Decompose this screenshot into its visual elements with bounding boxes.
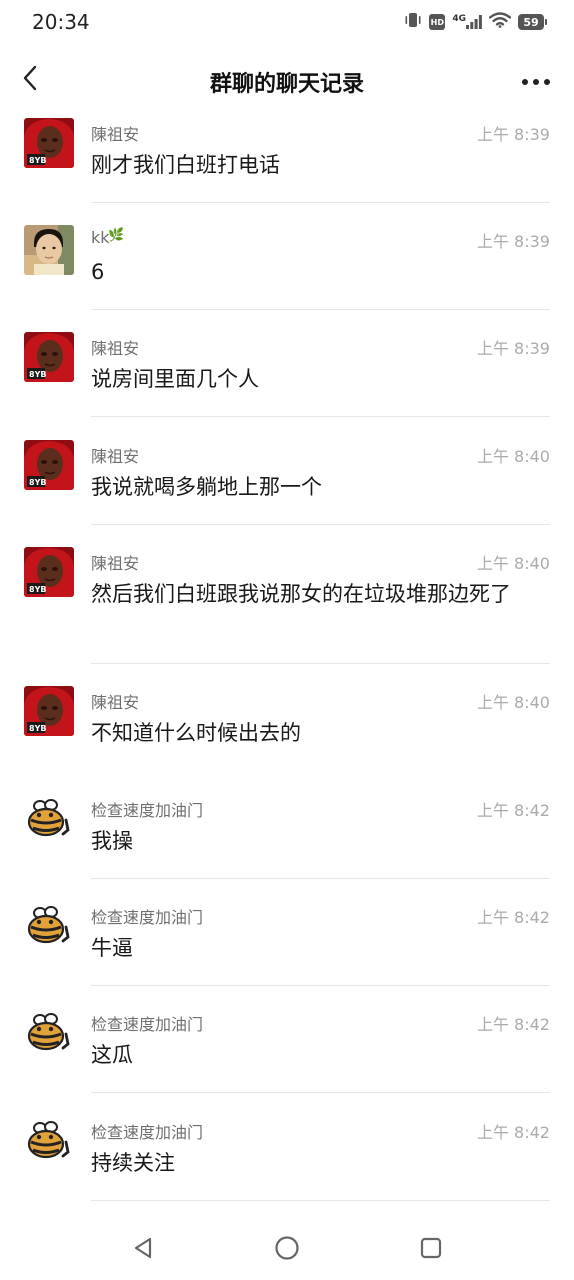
sender-name: 陳祖安 [91,693,140,712]
message-time: 上午 8:39 [476,232,550,251]
message-divider [91,309,550,310]
message-time: 上午 8:39 [476,125,550,144]
avatar[interactable] [24,225,74,275]
status-icons: HD 4G 59 [404,12,547,32]
message-text: 说房间里面几个人 [91,367,259,391]
status-time: 20:34 [32,10,90,34]
message-text: 刚才我们白班打电话 [91,153,280,177]
avatar[interactable] [24,547,74,597]
status-bar: 20:34 HD 4G 59 [0,0,574,44]
message-divider [91,524,550,525]
signal-icon: 4G [452,14,482,29]
message-divider [91,202,550,203]
red-hood-avatar [24,547,74,597]
message-text: 不知道什么时候出去的 [91,721,301,745]
message-text: 我说就喝多躺地上那一个 [91,475,322,499]
avatar[interactable] [24,440,74,490]
sender-name: 检查速度加油门 [91,908,204,927]
system-back-button[interactable] [123,1230,163,1270]
home-circle-icon [274,1235,300,1265]
battery-icon: 59 [518,14,547,30]
message-time: 上午 8:40 [476,554,550,573]
message-time: 上午 8:42 [476,801,550,820]
message-text: 持续关注 [91,1151,175,1175]
message-text: 6 [91,260,105,284]
bee-cartoon-avatar [24,1116,74,1166]
bee-cartoon-avatar [24,794,74,844]
sender-name: 检查速度加油门 [91,1123,204,1142]
message-divider [91,416,550,417]
more-dots-icon [521,71,551,90]
nav-bar: 群聊的聊天记录 [0,52,574,108]
red-hood-avatar [24,118,74,168]
network-type-label: 4G [452,14,466,24]
message-text: 这瓜 [91,1043,133,1067]
sender-name: 检查速度加油门 [91,801,204,820]
more-button[interactable] [518,64,554,96]
recents-square-icon [419,1236,443,1264]
leaf-emoji-icon: 🌿 [108,228,125,243]
sender-name: 检查速度加油门 [91,1015,204,1034]
message-time: 上午 8:42 [476,1123,550,1142]
sender-name: 陳祖安 [91,447,140,466]
message-text: 然后我们白班跟我说那女的在垃圾堆那边死了 [91,582,511,606]
message-time: 上午 8:42 [476,908,550,927]
message-time: 上午 8:42 [476,1015,550,1034]
avatar[interactable] [24,686,74,736]
message-divider [91,1092,550,1093]
sender-name: 陳祖安 [91,339,140,358]
red-hood-avatar [24,332,74,382]
sender-name: 陳祖安 [91,554,140,573]
system-home-button[interactable] [267,1230,307,1270]
back-triangle-icon [131,1236,155,1264]
wifi-icon [488,12,512,32]
message-text: 我操 [91,829,133,853]
message-text: 牛逼 [91,936,133,960]
avatar[interactable] [24,794,74,844]
message-time: 上午 8:40 [476,693,550,712]
sender-name: 陳祖安 [91,125,140,144]
message-time: 上午 8:40 [476,447,550,466]
message-divider [91,985,550,986]
system-recents-button[interactable] [411,1230,451,1270]
system-nav-bar [0,1210,574,1280]
page-title: 群聊的聊天记录 [209,72,364,97]
bee-cartoon-avatar [24,901,74,951]
avatar[interactable] [24,901,74,951]
child-photo-avatar [24,225,74,275]
bee-cartoon-avatar [24,1008,74,1058]
vibrate-icon [404,12,422,32]
avatar[interactable] [24,1116,74,1166]
avatar[interactable] [24,332,74,382]
avatar[interactable] [24,118,74,168]
hd-icon: HD [429,14,446,30]
message-time: 上午 8:39 [476,339,550,358]
avatar[interactable] [24,1008,74,1058]
red-hood-avatar [24,440,74,490]
red-hood-avatar [24,686,74,736]
sender-name: kk [91,228,110,247]
message-divider [91,878,550,879]
message-divider [91,663,550,664]
message-divider [91,1200,550,1201]
